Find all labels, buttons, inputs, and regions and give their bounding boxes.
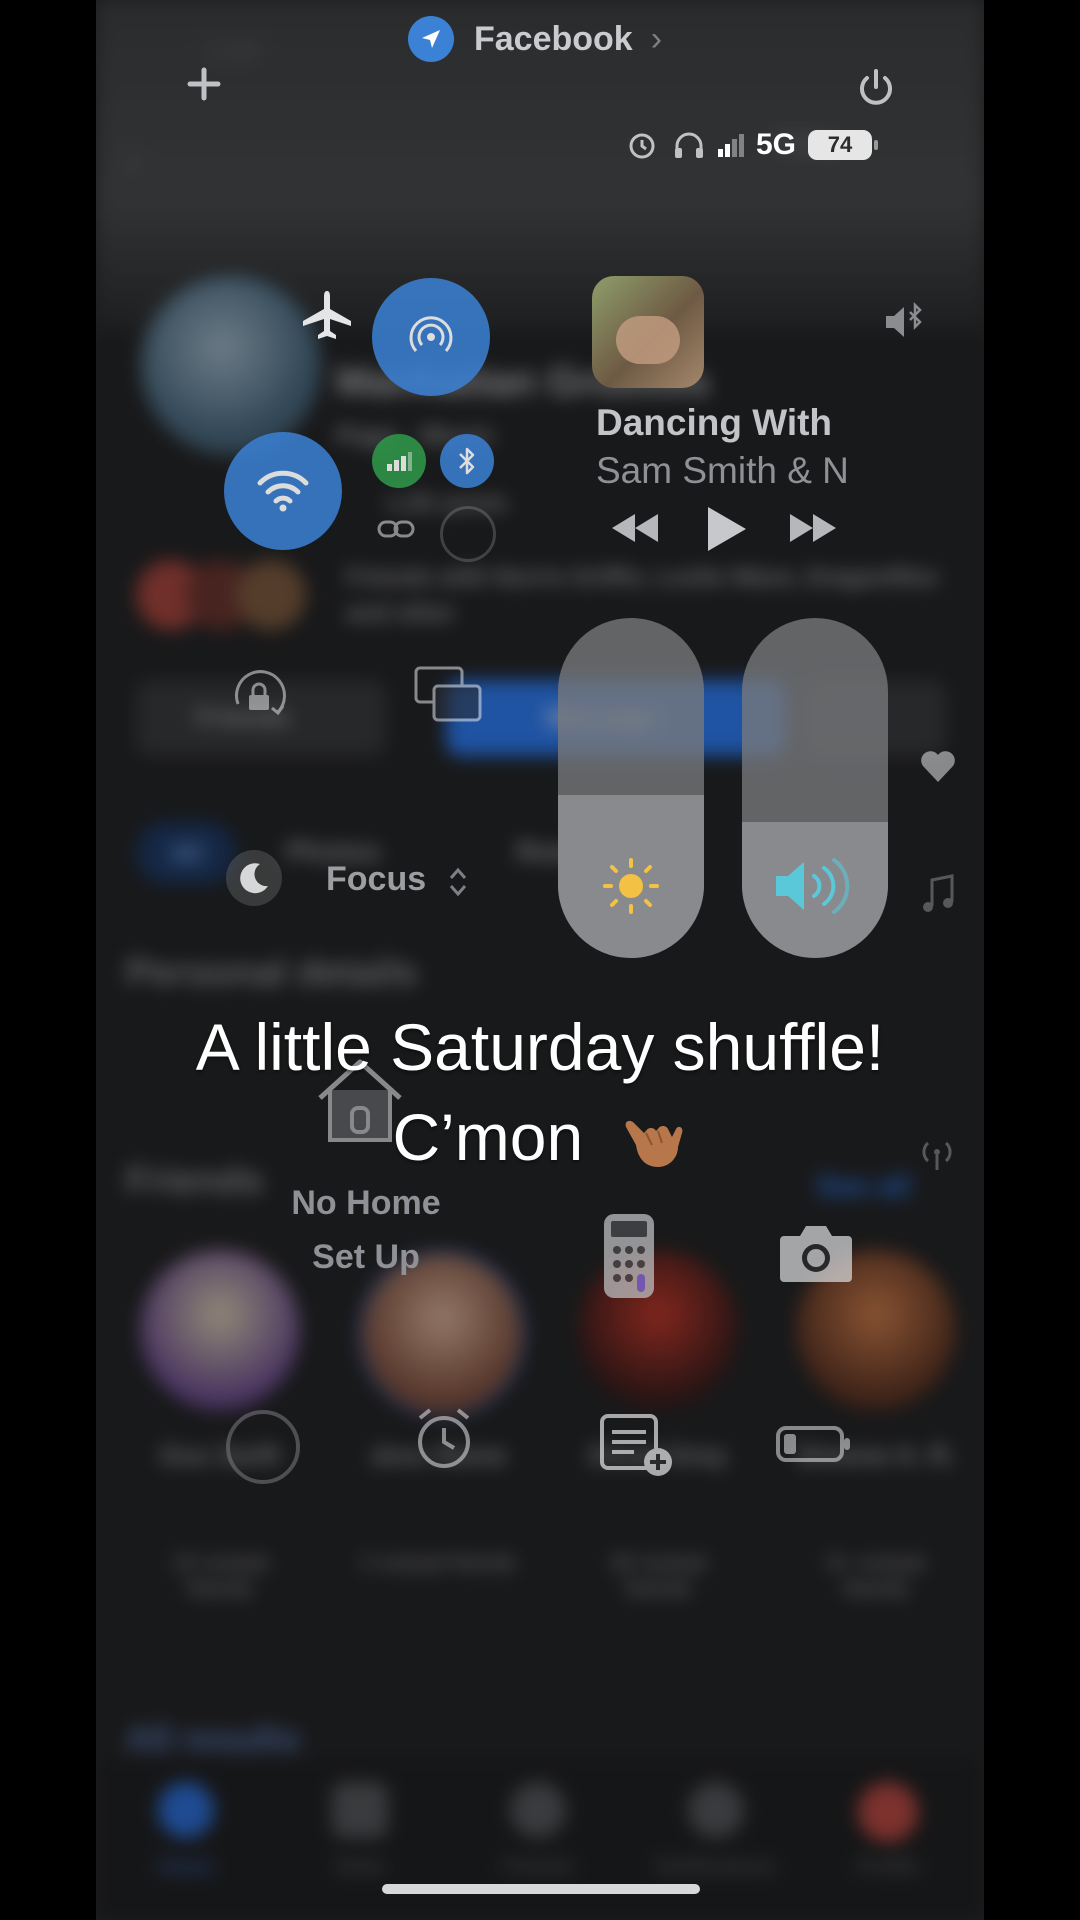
personal-hotspot-toggle[interactable] — [370, 504, 422, 554]
orientation-lock-button[interactable] — [226, 664, 292, 730]
audio-output-icon[interactable] — [882, 300, 926, 344]
battery-outline-icon — [776, 1426, 850, 1462]
fast-forward-button[interactable] — [786, 510, 840, 546]
media-artist: Sam Smith & N — [596, 450, 849, 491]
screen-mirroring-button[interactable] — [414, 666, 484, 726]
media-title: Dancing With — [596, 402, 833, 443]
screen-record-button[interactable] — [226, 1410, 300, 1484]
bluetooth-toggle[interactable] — [440, 434, 494, 488]
signal-bars-icon — [716, 131, 746, 159]
caption-line-2-text: C’mon — [392, 1100, 584, 1174]
battery-icon: 74 — [808, 130, 879, 160]
wifi-icon — [257, 470, 309, 512]
wifi-toggle[interactable] — [224, 432, 342, 550]
location-arrow-icon — [408, 16, 454, 62]
airplane-mode-toggle[interactable] — [280, 268, 374, 362]
cellular-icon — [387, 452, 412, 471]
heart-icon[interactable] — [918, 746, 958, 786]
album-art[interactable] — [592, 276, 704, 388]
orientation-lock-icon — [234, 670, 286, 716]
network-type: 5G — [756, 128, 797, 161]
battery-level: 74 — [827, 132, 853, 157]
cellular-toggle[interactable] — [372, 434, 426, 488]
quick-note-icon — [600, 1414, 672, 1476]
airdrop-icon — [409, 316, 453, 352]
fast-forward-icon — [790, 514, 836, 542]
rewind-icon — [612, 514, 658, 542]
rewind-button[interactable] — [608, 510, 662, 546]
calculator-button[interactable] — [604, 1214, 654, 1298]
volume-slider[interactable] — [742, 618, 888, 958]
calculator-icon — [611, 1221, 647, 1292]
bluetooth-icon — [459, 447, 475, 475]
caption-line-1: A little Saturday shuffle! — [195, 1010, 885, 1084]
home-setup-line2: Set Up — [312, 1238, 420, 1276]
music-note-icon[interactable] — [918, 872, 958, 916]
power-icon[interactable] — [854, 66, 898, 110]
camera-icon — [780, 1226, 852, 1282]
focus-label: Focus — [326, 860, 427, 898]
alarm-icon — [626, 129, 658, 161]
camera-button[interactable] — [778, 1222, 854, 1284]
moon-icon — [240, 863, 268, 894]
screen-mirroring-icon — [414, 666, 482, 722]
call-me-hand-icon — [616, 1107, 688, 1179]
quick-note-button[interactable] — [600, 1412, 676, 1480]
airdrop-toggle[interactable] — [372, 278, 490, 396]
low-power-button[interactable] — [776, 1424, 852, 1464]
headphones-icon — [672, 129, 706, 161]
sun-icon — [599, 854, 663, 918]
location-app-label: Facebook — [474, 19, 633, 58]
caption-line-2: C’mon — [96, 1092, 984, 1182]
play-icon — [708, 507, 746, 551]
play-button[interactable] — [702, 504, 750, 554]
add-control-icon[interactable] — [184, 64, 224, 104]
chevron-right-icon: › — [650, 19, 663, 58]
vpn-toggle[interactable] — [440, 506, 496, 562]
control-center-dim — [96, 0, 984, 1920]
home-indicator[interactable] — [382, 1884, 700, 1894]
link-icon — [377, 520, 415, 538]
alarm-clock-icon — [418, 1408, 470, 1468]
phone-screen: Manhattan Grooves Page · Music 1.2K post… — [96, 0, 984, 1920]
status-bar: 5G 74 — [626, 128, 879, 162]
brightness-slider[interactable] — [558, 618, 704, 958]
home-setup-label: No Home Set Up — [266, 1176, 466, 1284]
home-setup-line1: No Home — [291, 1184, 441, 1222]
airplane-icon — [303, 291, 351, 339]
focus-button[interactable] — [226, 850, 282, 906]
speaker-icon — [772, 854, 858, 918]
chevron-up-down-icon — [446, 864, 470, 900]
alarm-button[interactable] — [412, 1404, 476, 1474]
location-app-indicator[interactable]: Facebook › — [408, 14, 708, 64]
